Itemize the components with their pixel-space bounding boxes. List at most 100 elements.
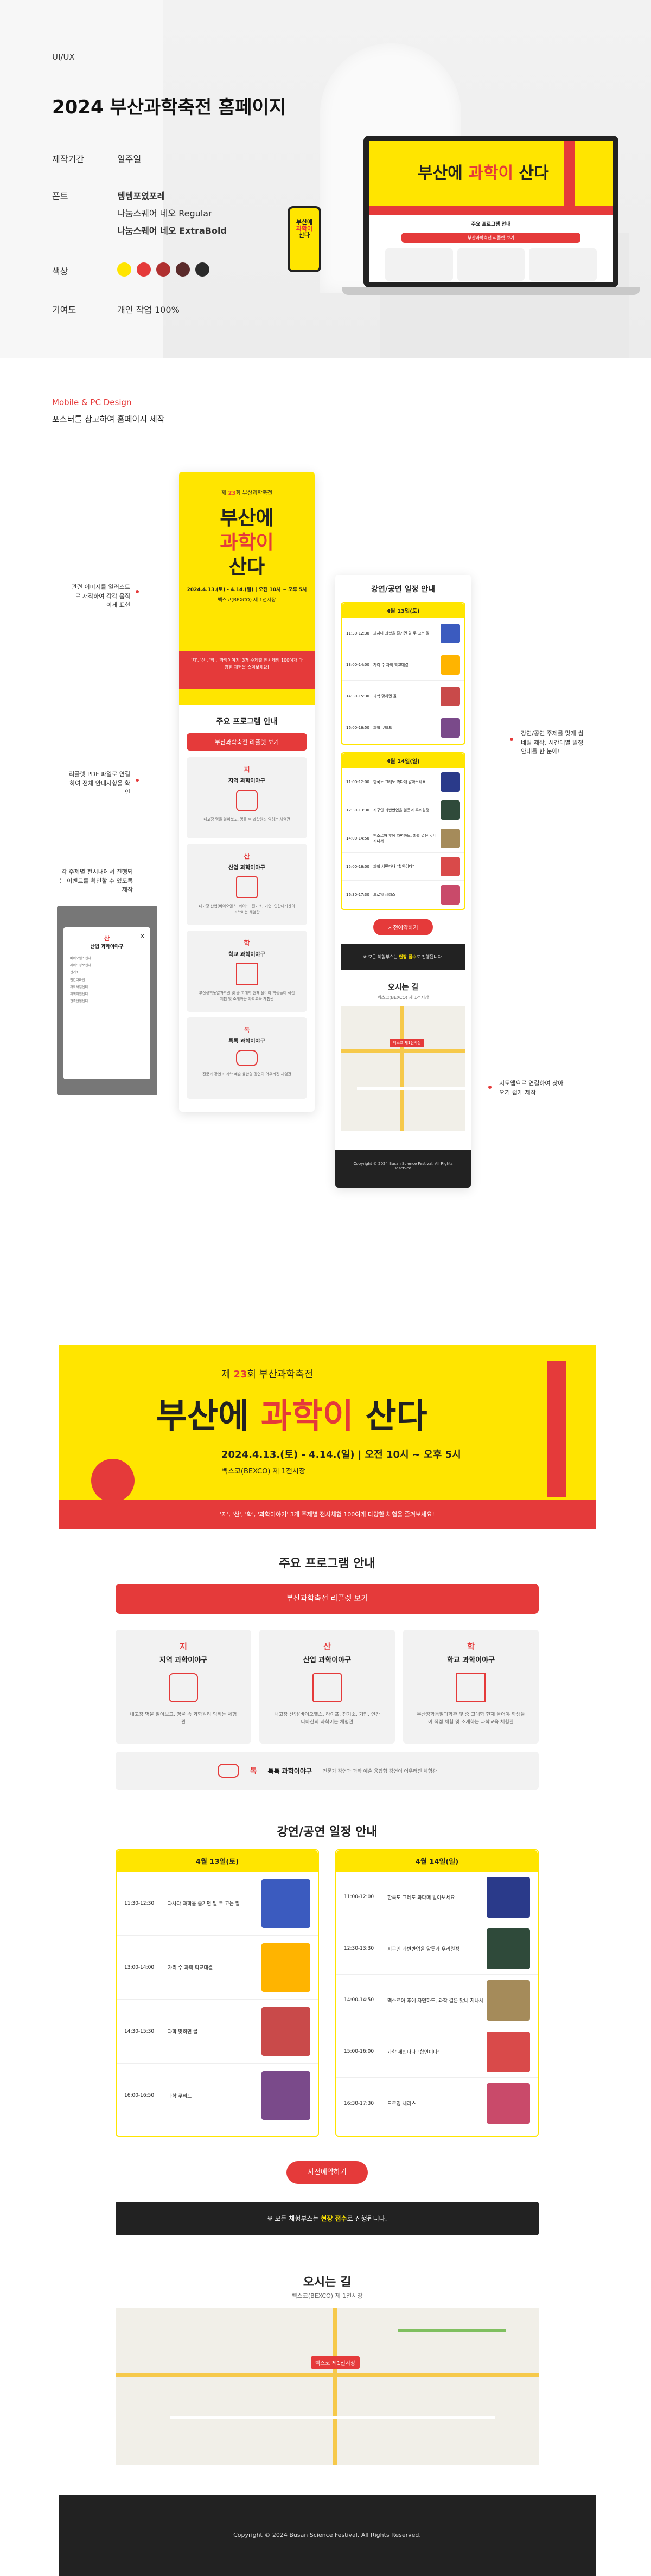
pc-program-card-1[interactable]: 지 지역 과학이야구 내고장 명물 알아보고, 명물 속 과학원리 익히는 체험…: [116, 1630, 251, 1744]
poster-notice: '지', '산', '학', '과학이야기' 3개 주제별 전시체험 100여개…: [179, 651, 315, 689]
speaker-thumbnail: [261, 1943, 310, 1992]
footer: Copyright © 2024 Busan Science Festival.…: [335, 1150, 471, 1188]
info-key: 제작기간: [52, 154, 84, 164]
laptop-poster: 부산에 과학이 산다: [369, 141, 613, 206]
building-icon: [236, 876, 258, 898]
card-desc: 부산장학동알과학관 및 중.고대학 현재 울어야 학생들이 직접 체험 및 소개…: [199, 991, 295, 1001]
card-tag: 학: [244, 939, 250, 947]
laptop-poster-title: 부산에 과학이 산다: [418, 164, 549, 183]
poster-date: 2024.4.13.(토) - 4.14.(일) | 오전 10시 ~ 오후 5…: [187, 587, 307, 593]
laptop-program-title: 주요 프로그램 안내: [471, 222, 511, 227]
annotation-5: 지도앱으로 연결하여 찾아오기 쉽게 제작: [499, 1080, 564, 1096]
project-title: 2024 부산과학축전 홈페이지: [52, 97, 286, 118]
info-row-period: 제작기간 일주일: [52, 152, 269, 165]
speaker-thumbnail: [441, 828, 460, 848]
reserve-button[interactable]: 사전예약하기: [373, 919, 433, 935]
pc-program-card-3[interactable]: 학 학교 과학이야구 부산장학동알과학관 및 중.고대학 현재 울어야 학생들이…: [403, 1630, 539, 1744]
pc-directions-address: 벡스코(BEXCO) 제 1전시장: [291, 2292, 363, 2299]
pc-program-title: 주요 프로그램 안내: [279, 1557, 375, 1571]
speaker-thumbnail: [441, 623, 460, 643]
pc-schedule-title: 강연/공연 일정 안내: [277, 1825, 378, 1839]
day2-label: 4월 14일(일): [342, 753, 464, 768]
location-map[interactable]: 벡스코 제1전시장: [341, 1006, 465, 1131]
mobile-screen-left: 제 23회 부산과학축전 부산에 과학이 산다 2024.4.13.(토) - 4.…: [179, 472, 315, 1112]
annotation-4: 강연/공연 주제를 맞게 썸네일 제작, 시간대별 일정 안내를 한 눈에!: [521, 730, 584, 755]
annotation-3: 각 주제별 전시내에서 진행되는 이벤트를 확인할 수 있도록 제작: [59, 868, 133, 893]
edition-label: 제 23회 부산과학축전: [221, 490, 272, 496]
schedule-day2: 4월 14일(일) 11:00-12:00 한국도 그레도 과다매 알아보세요 1…: [341, 752, 465, 910]
card-tag: 톡: [244, 1026, 250, 1034]
pc-program-card-4[interactable]: 톡 톡톡 과학이야구 전문가 강연과 과학 예술 융합형 강연이 어우러진 체험…: [116, 1752, 539, 1790]
program-card-2[interactable]: 산 산업 과학이야구 내고장 산업(바이오헬스, 라이프, 전기소, 기업, 인…: [187, 844, 307, 925]
close-icon[interactable]: ✕: [140, 933, 145, 940]
speaker-thumbnail: [441, 655, 460, 675]
program-card-3[interactable]: 학 학교 과학이야구 부산장학동알과학관 및 중.고대학 현재 울어야 학생들이…: [187, 931, 307, 1012]
intro-desc: 포스터를 참고하여 홈페이지 제작: [52, 414, 165, 424]
pc-leaflet-button[interactable]: 부산과학축전 리플렛 보기: [116, 1584, 539, 1614]
swatch-yellow: [117, 262, 131, 277]
pc-poster-headline: 부산에 과학이 산다: [156, 1396, 427, 1436]
pc-poster-notice: '지', '산', '학', '과학이야기' 3개 주제별 전시체험 100여개…: [59, 1500, 596, 1529]
pc-program-card-2[interactable]: 산 산업 과학이야구 내고장 산업(바이오헬스, 라이프, 전기소, 기업, 인…: [259, 1630, 395, 1744]
modal-list: 바이오헬스센터 라이프정보센터 전기소 인간다바산 과학사업센터 지역지원센터 관측산업센터: [70, 957, 91, 1004]
pc-screen: 제 23회 부산과학축전 부산에 과학이 산다 2024.4.13.(토) - …: [59, 1345, 596, 2576]
laptop-base: [342, 287, 640, 295]
directions-section: 오시는 길 벡스코(BEXCO) 제 1전시장 벡스코 제1전시장: [335, 978, 471, 1131]
pc-directions-title: 오시는 길: [303, 2276, 352, 2289]
swatch-brown: [176, 262, 190, 277]
speaker-thumbnail: [261, 1879, 310, 1928]
speaker-thumbnail: [487, 1928, 530, 1969]
schedule-day1: 4월 13일(토) 11:30-12:30 과사다 과학을 즐기면 말 두 고는 …: [341, 602, 465, 745]
pc-poster-date: 2024.4.13.(토) - 4.14.(일) | 오전 10시 ~ 오후 5…: [221, 1449, 461, 1460]
intro-label: Mobile & PC Design: [52, 398, 132, 407]
info-value: 일주일: [117, 154, 142, 164]
speaker-thumbnail: [441, 686, 460, 706]
modal-preview: 산 산업 과학이야구 ✕ 바이오헬스센터 라이프정보센터 전기소 인간다바산 과학사업센…: [57, 906, 157, 1095]
info-row-color: 색상: [52, 262, 269, 279]
modal-dialog: 산 산업 과학이야구 ✕ 바이오헬스센터 라이프정보센터 전기소 인간다바산 과학사업센…: [63, 927, 150, 1079]
speaker-thumbnail: [261, 2007, 310, 2056]
program-card-4[interactable]: 톡 톡톡 과학이야구 전문가 강연과 과학 예술 융합형 강연이 어우러진 체험…: [187, 1017, 307, 1099]
pc-location-map[interactable]: 벡스코 제1전시장: [116, 2308, 539, 2465]
swatch-black: [195, 262, 209, 277]
poster-headline: 부산에 과학이 산다: [220, 507, 274, 578]
annotation-1: 관련 이미지를 일러스트로 재작하여 각각 움직이게 표현: [71, 584, 130, 608]
pc-notice-bar: ※ 모든 체험부스는 현장 접수로 진행됩니다.: [116, 2202, 539, 2235]
font-value-1: 텡텡포였포레: [117, 191, 165, 201]
speech-bubble-icon: [236, 1050, 258, 1066]
map-icon: [236, 790, 258, 811]
pc-reserve-button[interactable]: 사전예약하기: [286, 2161, 368, 2184]
phone-poster-title: 부산에 과학이 산다: [296, 219, 313, 239]
card-title: 톡톡 과학이야구: [228, 1039, 265, 1045]
pc-poster: 제 23회 부산과학축전 부산에 과학이 산다 2024.4.13.(토) - …: [59, 1345, 596, 1529]
speaker-thumbnail: [261, 2071, 310, 2120]
school-icon: [236, 963, 258, 985]
annotation-dot: [510, 738, 513, 741]
pc-schedule-day2: 4월 14일(일) 11:00-12:00 한국도 그레도 과다매 알아보세요 1…: [335, 1849, 539, 2137]
info-row-contribution: 기여도 개인 작업 100%: [52, 303, 269, 316]
card-title: 학교 과학이야구: [228, 952, 265, 958]
annotation-2: 리플렛 PDF 파일로 연결하여 전체 안내사항을 확인: [69, 771, 130, 796]
info-key: 색상: [52, 266, 68, 277]
annotation-dot: [136, 779, 139, 782]
map-pin-icon: 벡스코 제1전시장: [311, 2356, 360, 2369]
card-title: 지역 과학이야구: [228, 778, 265, 784]
info-value: 개인 작업 100%: [117, 305, 180, 315]
leaflet-button[interactable]: 부산과학축전 리플렛 보기: [187, 733, 307, 751]
phone-mockup: 부산에 과학이 산다: [288, 206, 321, 272]
card-tag: 산: [244, 853, 250, 860]
annotation-dot: [488, 1086, 492, 1089]
schedule-section: 강연/공연 일정 안내 4월 13일(토) 11:30-12:30 과사다 과학을…: [335, 575, 471, 978]
directions-title: 오시는 길: [387, 983, 419, 992]
laptop-mockup: 부산에 과학이 산다 주요 프로그램 안내 부산과학축전 리플렛 보기: [342, 136, 640, 298]
speech-bubble-icon: [217, 1764, 239, 1778]
card-desc: 내고장 명물 알아보고, 명물 속 과학원리 익히는 체험관: [203, 817, 290, 822]
laptop-notice-bar: [369, 206, 613, 215]
pc-schedule-day1: 4월 13일(토) 11:30-12:30 과사다 과학을 즐기면 말 두 고는 …: [116, 1849, 319, 2137]
card-desc: 내고장 산업(바이오헬스, 라이프, 전기소, 기업, 인간다바산의 과학이는 …: [199, 904, 295, 914]
directions-address: 벡스코(BEXCO) 제 1전시장: [377, 995, 429, 1000]
speaker-thumbnail: [441, 856, 460, 876]
card-desc: 전문가 강연과 과학 예술 융합형 강연이 어우러진 체험관: [202, 1072, 291, 1076]
program-card-1[interactable]: 지 지역 과학이야구 내고장 명물 알아보고, 명물 속 과학원리 익히는 체험…: [187, 757, 307, 838]
pc-footer: Copyright © 2024 Busan Science Festival.…: [59, 2495, 596, 2576]
